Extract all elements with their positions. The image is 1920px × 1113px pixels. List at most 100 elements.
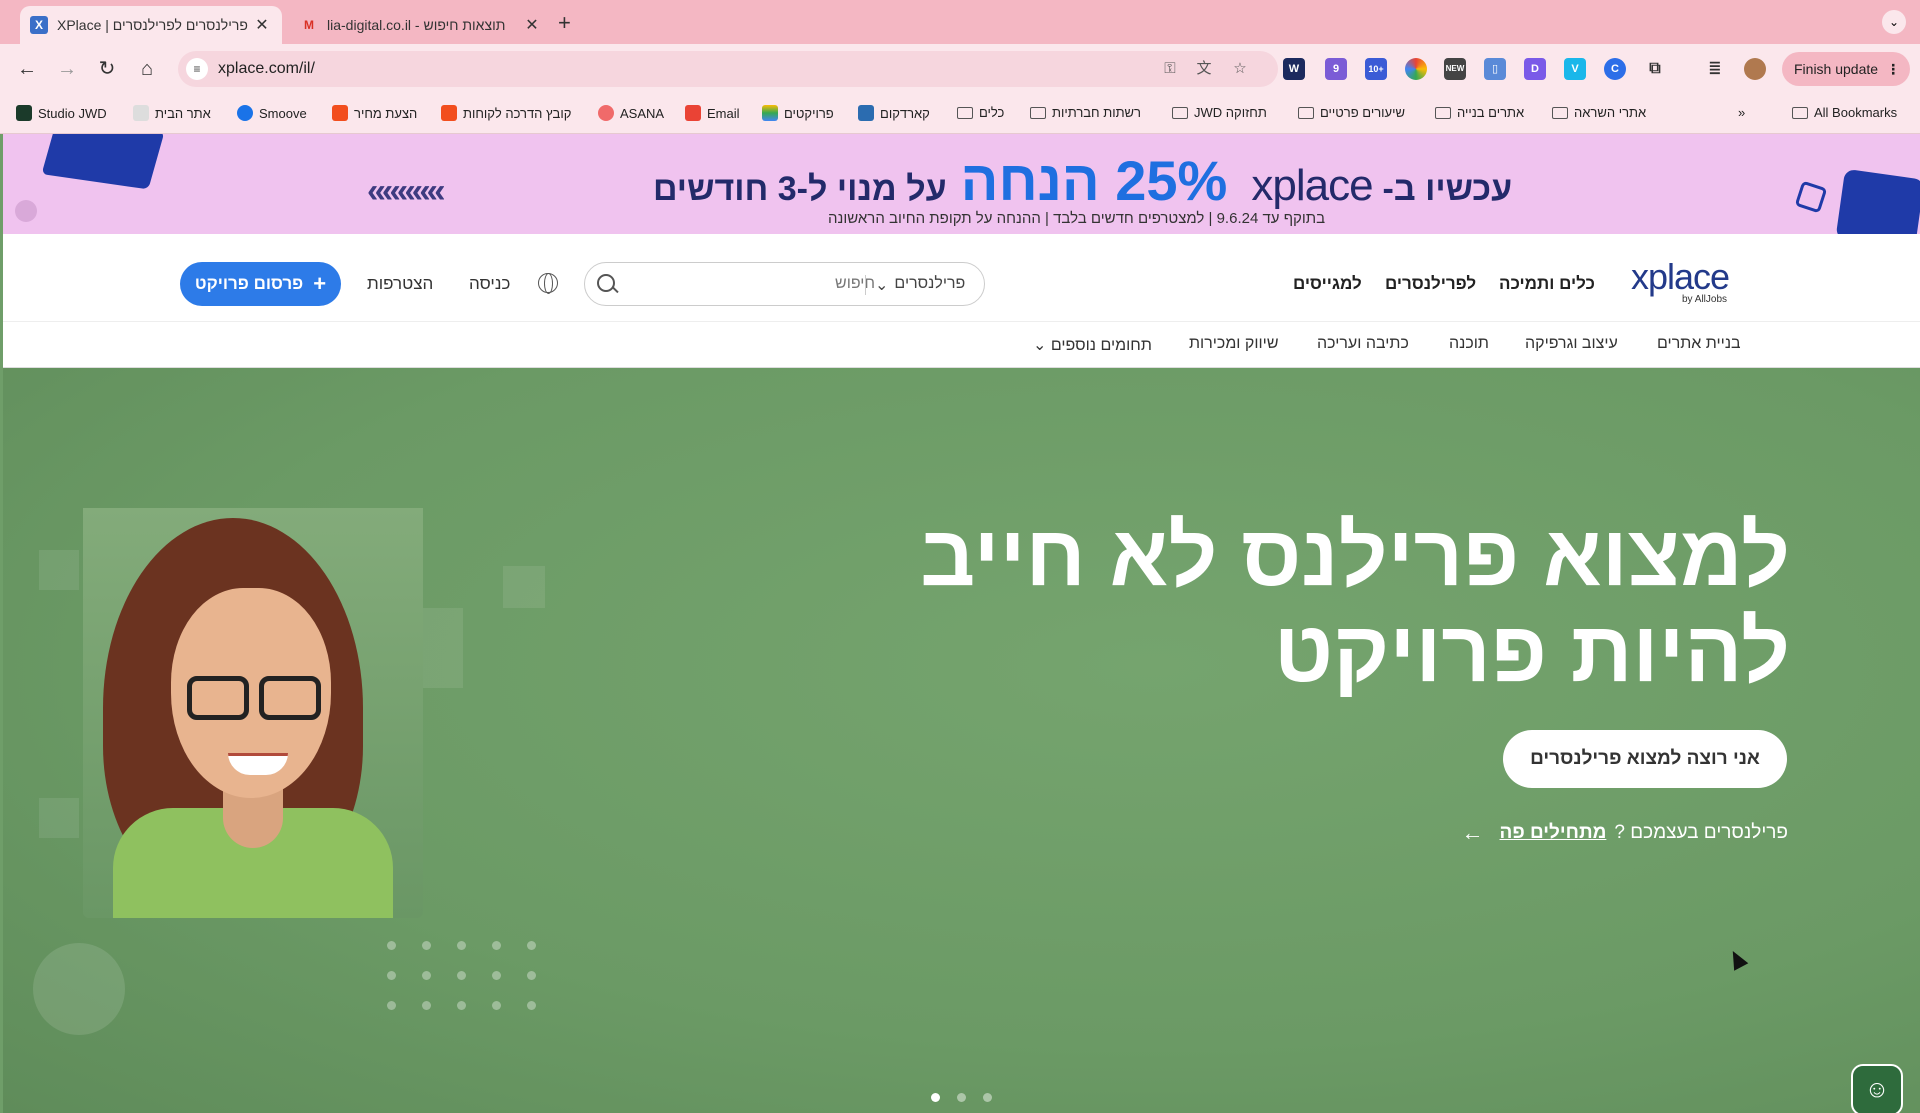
url-text: xplace.com/il/ (218, 60, 315, 77)
bookmark-item[interactable]: אתר הבית (133, 105, 211, 121)
nav-freelancers[interactable]: לפרילנסרים (1385, 274, 1476, 294)
tab-xplace[interactable]: X XPlace | ות פרילנסרים לפרילנסרים ✕ (20, 6, 282, 44)
folder-icon (1030, 106, 1046, 119)
extension-color-icon[interactable] (1405, 58, 1427, 80)
carousel-dot[interactable] (983, 1093, 992, 1102)
category-nav: ⌄ תחומים נוספים שיווק ומכירות כתיבה וערי… (3, 322, 1920, 368)
address-bar[interactable]: ≡ xplace.com/il/ ⚿ 文 ☆ (178, 51, 1278, 87)
hero-title: למצוא פרילנס לא חייב להיות פרויקט (890, 508, 1790, 700)
translate-icon[interactable]: 文 (1194, 59, 1214, 79)
globe-icon[interactable] (538, 273, 558, 294)
bookmark-star-icon[interactable]: ☆ (1230, 59, 1250, 79)
bookmark-folder[interactable]: JWD תחזוקה (1172, 105, 1267, 120)
palm-icon (133, 105, 149, 121)
bookmarks-overflow-icon[interactable]: » (1738, 105, 1745, 120)
category-web-building[interactable]: בניית אתרים (1657, 335, 1741, 353)
new-tab-button[interactable]: + (558, 10, 571, 36)
back-button[interactable]: ← (14, 56, 40, 82)
category-more[interactable]: ⌄ תחומים נוספים (1033, 335, 1152, 355)
promo-arrows-icon: ««««« (367, 172, 446, 210)
decorative-square (423, 608, 463, 648)
bookmark-item[interactable]: פרויקטים (762, 105, 834, 121)
folder-icon (1298, 106, 1314, 119)
carousel-dot[interactable] (931, 1093, 940, 1102)
bookmark-folder[interactable]: כלים (957, 105, 1004, 120)
nav-recruiters[interactable]: למגייסים (1293, 274, 1362, 294)
post-project-label: פרסום פרויקט (194, 274, 304, 293)
login-link[interactable]: כניסה (469, 274, 510, 294)
bookmark-item[interactable]: Studio JWD (16, 105, 107, 121)
chatbot-icon[interactable]: ☺ (1851, 1064, 1903, 1113)
bookmark-item[interactable]: Smoove (237, 105, 307, 121)
search-category-select[interactable]: פרילנסרים ⌄ (875, 275, 965, 295)
finish-update-button[interactable]: Finish update ⋮ (1782, 52, 1910, 86)
figma-icon (441, 105, 457, 121)
folder-icon (1435, 106, 1451, 119)
category-software[interactable]: תוכנה (1449, 335, 1489, 353)
bookmark-item[interactable]: הצעת מחיר (332, 105, 417, 121)
promo-headline: על מנוי ל-3 חודשים 25% הנחה xplace עכשיו… (653, 148, 1512, 213)
extension-badge-icon[interactable]: 10+ (1365, 58, 1387, 80)
asana-icon (598, 105, 614, 121)
start-here-link[interactable]: מתחילים פה (1500, 822, 1607, 844)
category-marketing[interactable]: שיווק ומכירות (1189, 335, 1279, 353)
post-project-button[interactable]: פרסום פרויקט + (180, 262, 341, 306)
extension-doc-icon[interactable]: ▯ (1484, 58, 1506, 80)
logo-byline: by AllJobs (1682, 294, 1728, 305)
browser-toolbar: ← → ↻ ⌂ ≡ xplace.com/il/ ⚿ 文 ☆ W 9 10+ N… (0, 44, 1920, 94)
tab-search-icon[interactable]: ⌄ (1882, 10, 1906, 34)
media-queue-icon[interactable]: ≣ (1704, 58, 1726, 80)
xplace-logo[interactable]: xplace by AllJobs (1631, 256, 1741, 306)
carousel-dot[interactable] (957, 1093, 966, 1102)
extension-w-icon[interactable]: W (1283, 58, 1305, 80)
bookmark-item[interactable]: קובץ הדרכה לקוחות (441, 105, 571, 121)
decorative-circle (33, 943, 125, 1035)
folder-icon (957, 106, 973, 119)
extensions-puzzle-icon[interactable]: ⧉ (1644, 58, 1666, 80)
bookmark-folder[interactable]: שיעורים פרטיים (1298, 105, 1405, 120)
promo-discount: 25% הנחה (960, 149, 1228, 212)
extension-vimeo-icon[interactable]: V (1564, 58, 1586, 80)
bookmark-folder[interactable]: אתרי השראה (1552, 105, 1646, 120)
all-bookmarks-folder[interactable]: All Bookmarks (1792, 105, 1897, 120)
folder-icon (1792, 106, 1808, 119)
category-writing[interactable]: כתיבה ועריכה (1317, 335, 1409, 353)
tab-gmail[interactable]: M lia-digital.co.il - תוצאות חיפוש ✕ (290, 6, 552, 44)
pin-icon (15, 200, 37, 222)
category-design[interactable]: עיצוב וגרפיקה (1525, 335, 1618, 353)
carousel-pager (931, 1093, 992, 1102)
bookmark-item[interactable]: Email (685, 105, 740, 121)
decorative-shape (41, 134, 165, 190)
close-tab-icon[interactable]: ✕ (522, 15, 542, 35)
hero-portrait-image (83, 508, 423, 918)
signup-link[interactable]: הצטרפות (367, 274, 433, 294)
bookmark-folder[interactable]: רשתות חברתיות (1030, 105, 1141, 120)
bookmark-favicon-icon (16, 105, 32, 121)
forward-button[interactable]: → (54, 56, 80, 82)
bookmark-folder[interactable]: אתרים בנייה (1435, 105, 1524, 120)
gmail-icon (685, 105, 701, 121)
password-key-icon[interactable]: ⚿ (1160, 59, 1180, 79)
reload-button[interactable]: ↻ (94, 56, 120, 82)
extension-gear-icon[interactable]: 9 (1325, 58, 1347, 80)
bookmark-item[interactable]: ASANA (598, 105, 664, 121)
decorative-square (39, 798, 79, 838)
arrow-left-icon[interactable]: ← (1462, 820, 1484, 846)
bookmark-item[interactable]: קארדקום (858, 105, 930, 121)
search-bar[interactable]: חיפוש פרילנסרים ⌄ (584, 262, 985, 306)
close-tab-icon[interactable]: ✕ (252, 15, 272, 35)
search-icon[interactable] (597, 274, 615, 292)
decorative-dots (387, 941, 536, 1031)
find-freelancers-button[interactable]: אני רוצה למצוא פרילנסרים (1503, 730, 1787, 788)
promo-subtext: בתוקף עד 9.6.24 | למצטרפים חדשים בלבד | … (828, 210, 1326, 227)
profile-avatar[interactable] (1744, 58, 1766, 80)
extension-news-icon[interactable]: NEW (1444, 58, 1466, 80)
extension-c-icon[interactable]: C (1604, 58, 1626, 80)
promo-banner[interactable]: ««««« על מנוי ל-3 חודשים 25% הנחה xplace… (3, 134, 1920, 234)
extension-d-icon[interactable]: D (1524, 58, 1546, 80)
home-button[interactable]: ⌂ (134, 56, 160, 82)
nav-tools-support[interactable]: כלים ותמיכה (1499, 274, 1595, 294)
site-settings-icon[interactable]: ≡ (186, 58, 208, 80)
hero-title-line2: להיות פרויקט (1274, 604, 1790, 700)
cardcom-icon (858, 105, 874, 121)
